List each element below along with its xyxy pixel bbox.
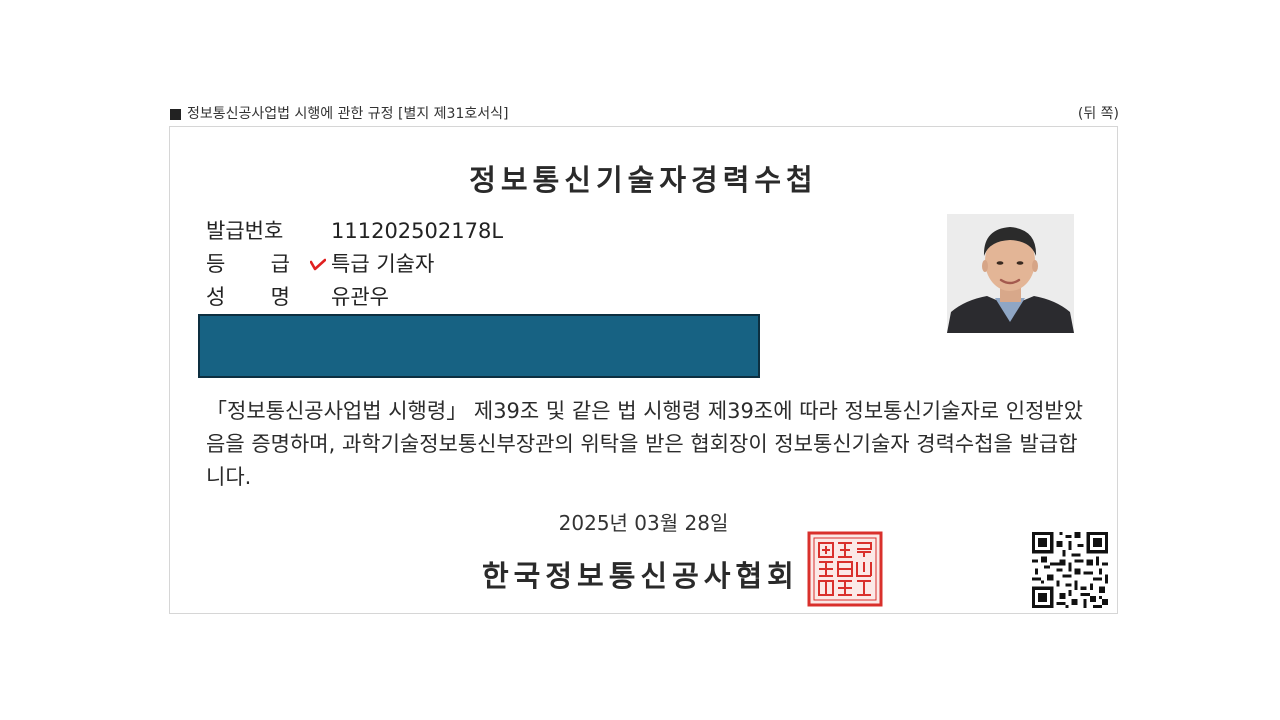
redacted-block [198,314,760,378]
certificate-card: 정보통신기술자경력수첩 발급번호 111202502178L 등 급 특급 기술… [169,126,1118,614]
issuer-name: 한국정보통신공사협회 [482,559,799,593]
form-source-text: 정보통신공사업법 시행에 관한 규정 [별지 제31호서식] [187,106,509,122]
value-name: 유관우 [331,285,389,309]
issue-date: 2025년 03월 28일 [558,511,729,535]
official-seal [807,531,883,607]
value-issue-number: 111202502178L [331,219,504,243]
certificate-statement: 「정보통신공사업법 시행령」 제39조 및 같은 법 시행령 제39조에 따라 … [206,399,1084,489]
qr-code [1032,532,1108,608]
square-bullet-icon [170,108,181,120]
check-mark-icon [310,258,326,271]
label-issue-number: 발급번호 [206,219,284,243]
certificate-title: 정보통신기술자경력수첩 [469,163,818,197]
label-name: 성 명 [206,285,290,309]
form-source: 정보통신공사업법 시행에 관한 규정 [별지 제31호서식] [170,104,508,124]
label-grade: 등 급 [206,252,290,276]
form-header: 정보통신공사업법 시행에 관한 규정 [별지 제31호서식] (뒤 쪽) [170,104,1119,124]
id-photo [947,214,1074,333]
value-grade: 특급 기술자 [331,252,435,276]
page-side-label: (뒤 쪽) [1077,106,1119,122]
person-portrait [947,214,1074,333]
